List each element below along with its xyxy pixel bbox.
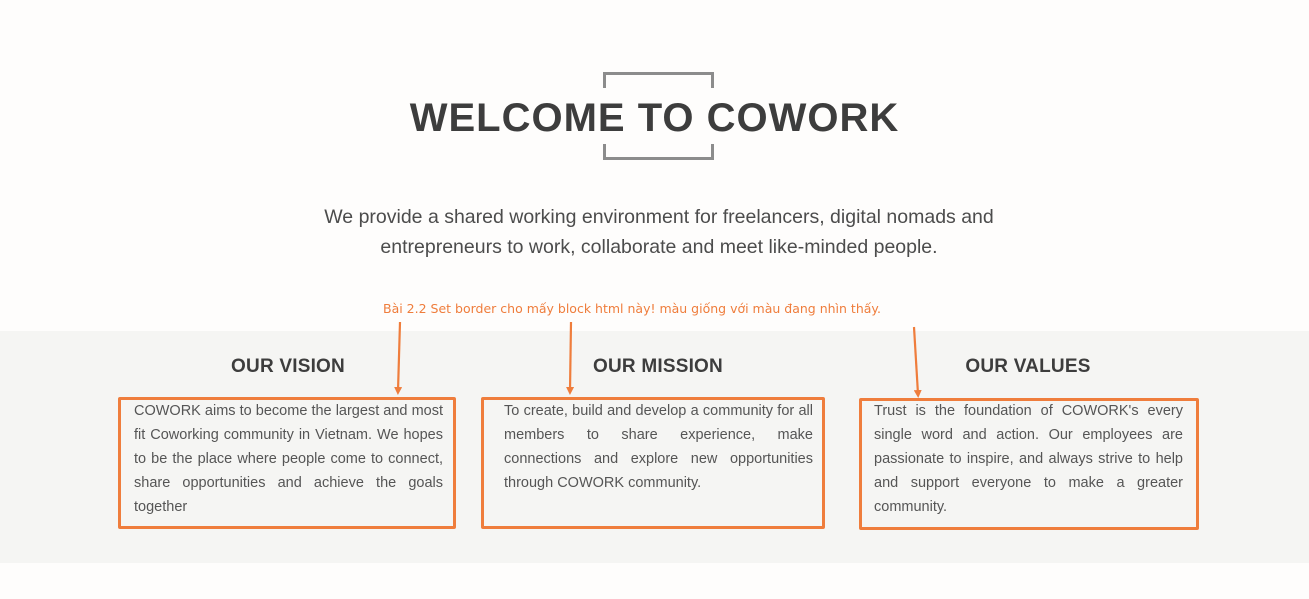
title-bracket-bottom xyxy=(603,144,714,160)
hero-title: WELCOME TO COWORK xyxy=(409,96,900,140)
hero-description: We provide a shared working environment … xyxy=(324,206,994,258)
title-bracket-top xyxy=(603,72,714,88)
mission-title: OUR MISSION xyxy=(593,356,723,377)
page: WELCOME TO COWORK We provide a shared wo… xyxy=(0,0,1309,599)
annotation-text: Bài 2.2 Set border cho mấy block html nà… xyxy=(383,301,881,316)
vision-text: COWORK aims to become the largest and mo… xyxy=(134,403,443,515)
vision-title: OUR VISION xyxy=(231,356,345,377)
hero-title-block: WELCOME TO COWORK xyxy=(0,72,1309,162)
values-text: Trust is the foundation of COWORK's ever… xyxy=(874,403,1183,515)
mission-text: To create, build and develop a community… xyxy=(504,403,813,491)
values-title: OUR VALUES xyxy=(965,356,1091,377)
